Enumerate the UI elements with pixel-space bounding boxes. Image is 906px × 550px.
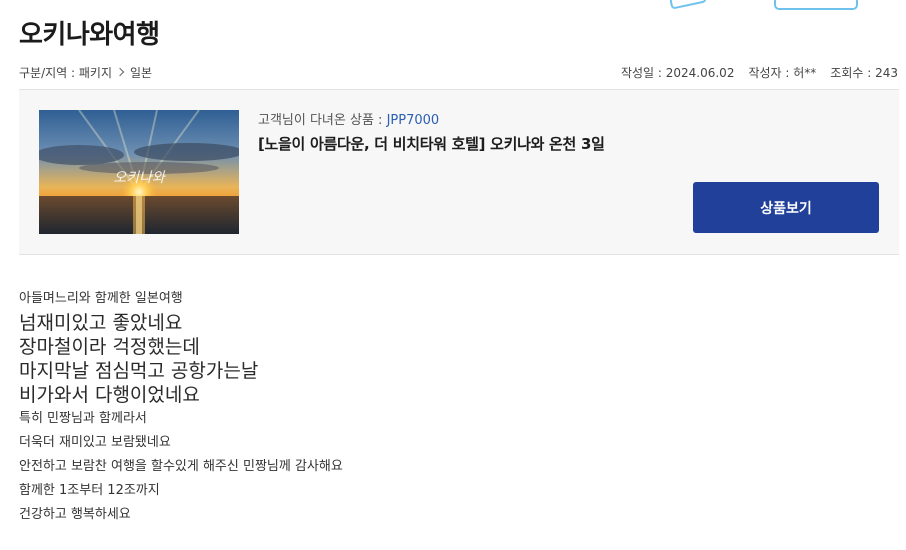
breadcrumb-category: 구분/지역 : 패키지 bbox=[19, 65, 112, 80]
post-meta-row: 구분/지역 : 패키지 일본 작성일 : 2024.06.02 작성자 : 허*… bbox=[19, 64, 898, 80]
post-date: 작성일 : 2024.06.02 bbox=[620, 65, 735, 80]
product-code-line: 고객님이 다녀온 상품 : JPP7000 bbox=[258, 109, 439, 128]
decorative-shape bbox=[774, 0, 858, 10]
content-line: 함께한 1조부터 12조까지 bbox=[19, 483, 160, 498]
content-line: 넘재미있고 좋았네요 bbox=[19, 312, 183, 334]
sunset-photo-icon: 오키나와 bbox=[39, 110, 239, 234]
content-line: 특히 민짱님과 함께라서 bbox=[19, 411, 147, 426]
breadcrumb: 구분/지역 : 패키지 일본 bbox=[19, 64, 152, 81]
view-product-button[interactable]: 상품보기 bbox=[693, 182, 879, 233]
chevron-right-icon bbox=[115, 67, 125, 77]
thumbnail-watermark: 오키나와 bbox=[113, 170, 167, 186]
product-code-label: 고객님이 다녀온 상품 : bbox=[258, 113, 387, 128]
content-line: 아들며느리와 함께한 일본여행 bbox=[19, 291, 183, 306]
post-author: 작성자 : 허** bbox=[748, 65, 817, 80]
post-meta-info: 작성일 : 2024.06.02 작성자 : 허** 조회수 : 243 bbox=[621, 64, 898, 81]
product-box: 오키나와 고객님이 다녀온 상품 : JPP7000 [노을이 아름다운, 더 … bbox=[19, 89, 899, 255]
product-name[interactable]: [노을이 아름다운, 더 비치타워 호텔] 오키나와 온천 3일 bbox=[258, 133, 605, 154]
decorative-shape bbox=[669, 0, 707, 10]
content-line: 안전하고 보람찬 여행을 할수있게 해주신 민짱님께 감사해요 bbox=[19, 459, 343, 474]
breadcrumb-region-link[interactable]: 일본 bbox=[130, 64, 152, 81]
product-thumbnail[interactable]: 오키나와 bbox=[39, 110, 239, 234]
content-line: 건강하고 행복하세요 bbox=[19, 507, 131, 522]
content-line: 장마철이라 걱정했는데 bbox=[19, 336, 200, 358]
content-line: 마지막날 점심먹고 공항가는날 bbox=[19, 360, 259, 382]
post-views: 조회수 : 243 bbox=[830, 65, 898, 80]
post-content: 아들며느리와 함께한 일본여행 넘재미있고 좋았네요 장마철이라 걱정했는데 마… bbox=[19, 287, 343, 527]
content-line: 비가와서 다행이었네요 bbox=[19, 384, 200, 406]
content-line: 더욱더 재미있고 보람됐네요 bbox=[19, 435, 171, 450]
page-title: 오키나와여행 bbox=[19, 20, 160, 50]
product-code: JPP7000 bbox=[386, 113, 440, 128]
